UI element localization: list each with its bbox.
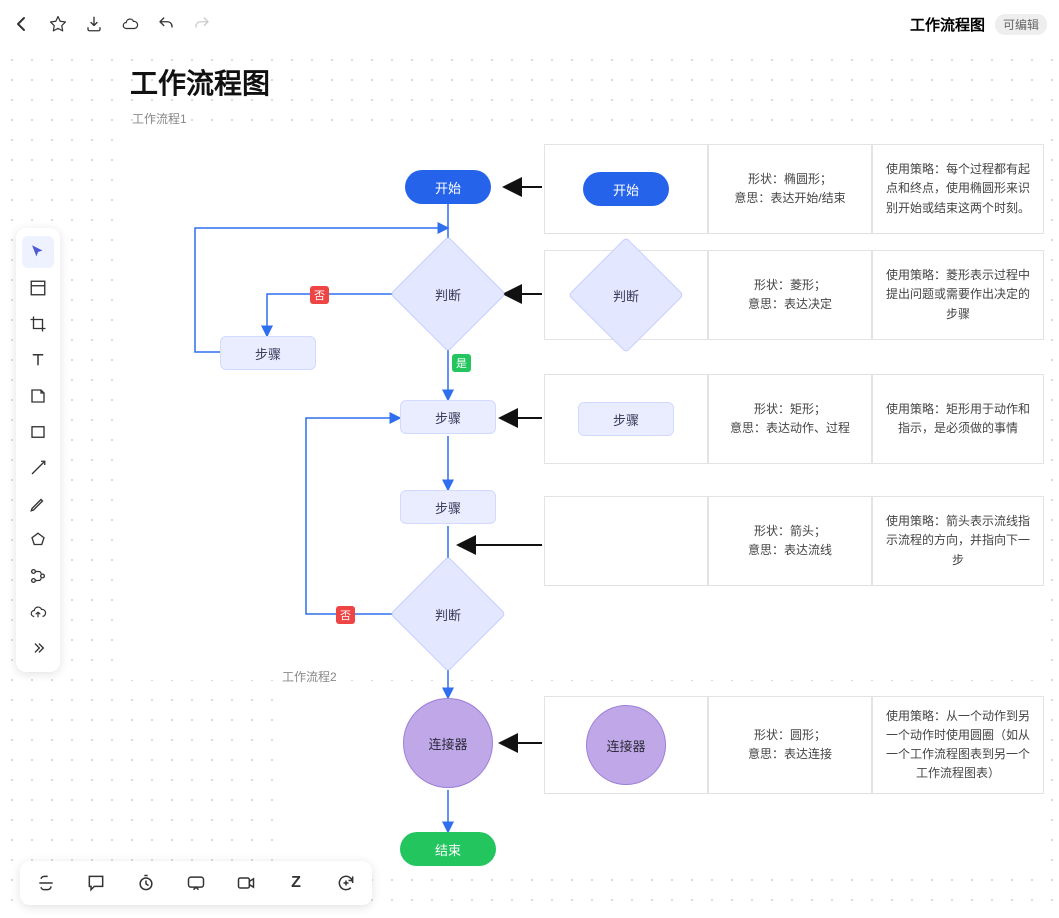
step-node-left[interactable]: 步骤: [220, 336, 316, 370]
rectangle-tool[interactable]: [22, 416, 54, 448]
header-right: 工作流程图 可编辑: [910, 14, 1047, 35]
legend-start-strategy: 使用策略：每个过程都有起点和终点，使用椭圆形来识别开始或结束这两个时刻。: [881, 160, 1035, 218]
editable-badge: 可编辑: [995, 14, 1047, 35]
undo-icon[interactable]: [156, 14, 176, 34]
legend-judge-sample: 判断: [572, 261, 680, 329]
sticky-tool[interactable]: [22, 380, 54, 412]
legend-row-arrow: 形状：箭头； 意思：表达流线 使用策略：箭头表示流线指示流程的方向，并指向下一步: [544, 496, 1044, 586]
crop-tool[interactable]: [22, 308, 54, 340]
legend-row-connector: 连接器 形状：圆形； 意思：表达连接 使用策略：从一个动作到另一个动作时使用圆圈…: [544, 696, 1044, 794]
pen-tool[interactable]: [22, 488, 54, 520]
legend-step-shape: 形状：矩形；: [754, 400, 826, 419]
section-1-label: 工作流程1: [132, 110, 187, 127]
header: 工作流程图 可编辑: [0, 0, 1059, 48]
legend-connector-shape: 形状：圆形；: [754, 726, 826, 745]
refresh-add-tool[interactable]: [330, 867, 362, 899]
edge-label-no-2: 否: [336, 606, 355, 624]
legend-connector-strategy: 使用策略：从一个动作到另一个动作时使用圆圈（如从一个工作流程图表到另一个工作流程…: [881, 707, 1035, 784]
legend-row-judge: 判断 形状：菱形； 意思：表达决定 使用策略：菱形表示过程中提出问题或需要作出决…: [544, 250, 1044, 340]
cloud-upload-tool[interactable]: [22, 596, 54, 628]
legend-start-meaning: 意思：表达开始/结束: [734, 189, 845, 208]
strikethrough-tool[interactable]: [30, 867, 62, 899]
legend-judge-shape: 形状：菱形；: [754, 276, 826, 295]
legend-start-shape: 形状：椭圆形；: [748, 170, 832, 189]
polygon-tool[interactable]: [22, 524, 54, 556]
canvas[interactable]: 工作流程图 工作流程1 工作流程2: [0, 48, 1059, 917]
legend-step-sample: 步骤: [578, 402, 674, 436]
connector-tool[interactable]: [22, 560, 54, 592]
z-tool[interactable]: Z: [280, 867, 312, 899]
edge-label-yes: 是: [452, 354, 471, 372]
legend-connector-meaning: 意思：表达连接: [748, 745, 832, 764]
connector-node[interactable]: 连接器: [403, 698, 493, 788]
bottom-toolbar: Z: [20, 861, 372, 905]
video-tool[interactable]: [230, 867, 262, 899]
chat-tool[interactable]: [180, 867, 212, 899]
legend-judge-strategy: 使用策略：菱形表示过程中提出问题或需要作出决定的步骤: [881, 266, 1035, 324]
start-node[interactable]: 开始: [405, 170, 491, 204]
text-tool[interactable]: [22, 344, 54, 376]
page-title: 工作流程图: [130, 62, 270, 102]
legend-arrow-meaning: 意思：表达流线: [748, 541, 832, 560]
download-icon[interactable]: [84, 14, 104, 34]
decision-node-2[interactable]: 判断: [393, 579, 503, 649]
redo-icon: [192, 14, 212, 34]
legend-start-sample: 开始: [583, 172, 669, 206]
legend-step-meaning: 意思：表达动作、过程: [730, 419, 850, 438]
comment-tool[interactable]: [80, 867, 112, 899]
frame-tool[interactable]: [22, 272, 54, 304]
cloud-icon[interactable]: [120, 14, 140, 34]
legend-connector-sample: 连接器: [586, 705, 666, 785]
legend-arrow-shape: 形状：箭头；: [754, 522, 826, 541]
legend-step-strategy: 使用策略：矩形用于动作和指示，是必须做的事情: [881, 400, 1035, 438]
more-tools[interactable]: [22, 632, 54, 664]
legend-row-step: 步骤 形状：矩形； 意思：表达动作、过程 使用策略：矩形用于动作和指示，是必须做…: [544, 374, 1044, 464]
doc-title: 工作流程图: [910, 14, 985, 35]
decision-node-1[interactable]: 判断: [393, 259, 503, 329]
back-icon[interactable]: [12, 14, 32, 34]
star-icon[interactable]: [48, 14, 68, 34]
section-2-label: 工作流程2: [282, 668, 337, 685]
header-left: [12, 14, 212, 34]
legend-row-start: 开始 形状：椭圆形； 意思：表达开始/结束 使用策略：每个过程都有起点和终点，使…: [544, 144, 1044, 234]
left-toolbar: [16, 228, 60, 672]
step-node-1[interactable]: 步骤: [400, 400, 496, 434]
line-tool[interactable]: [22, 452, 54, 484]
legend-arrow-strategy: 使用策略：箭头表示流线指示流程的方向，并指向下一步: [881, 512, 1035, 570]
legend-judge-meaning: 意思：表达决定: [748, 295, 832, 314]
step-node-2[interactable]: 步骤: [400, 490, 496, 524]
end-node[interactable]: 结束: [400, 832, 496, 866]
edge-label-no-1: 否: [310, 286, 329, 304]
timer-tool[interactable]: [130, 867, 162, 899]
pointer-tool[interactable]: [22, 236, 54, 268]
legend-arrow-sample: [544, 496, 708, 586]
